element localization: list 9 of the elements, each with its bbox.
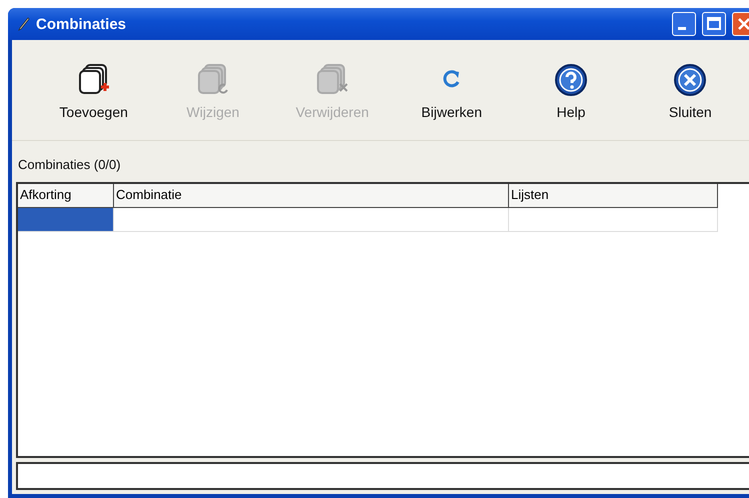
window-title: Combinaties xyxy=(36,16,126,32)
list-count-label: Combinaties (0/0) xyxy=(17,156,122,174)
column-header[interactable]: Lijsten xyxy=(509,184,718,208)
toolbar-button[interactable]: Sluiten xyxy=(630,60,749,122)
toolbar-button[interactable]: Toevoegen xyxy=(34,60,154,122)
toolbar-button[interactable]: Bijwerken xyxy=(392,60,512,122)
column-header[interactable]: Combinatie xyxy=(114,184,509,208)
toolbar-button[interactable]: Help xyxy=(511,60,631,122)
column-header[interactable]: Afkorting xyxy=(18,184,114,208)
